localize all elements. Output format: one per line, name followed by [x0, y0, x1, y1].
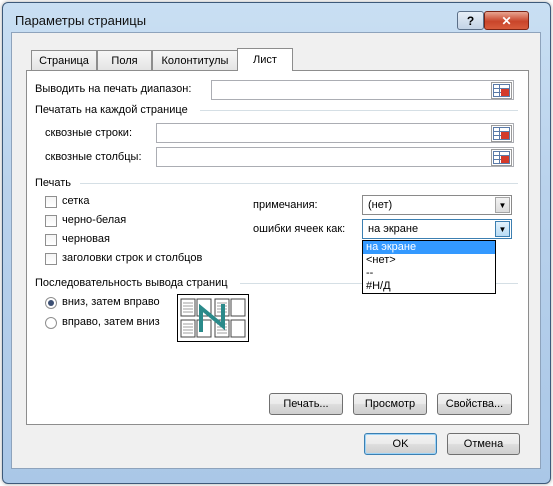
- over-then-down-label: вправо, затем вниз: [62, 316, 160, 328]
- tab-sheet[interactable]: Лист: [237, 48, 293, 71]
- errors-option[interactable]: <нет>: [363, 254, 495, 267]
- errors-option[interactable]: #Н/Д: [363, 280, 495, 293]
- tab-page-label: Страница: [39, 55, 89, 67]
- rows-label: сквозные строки:: [45, 127, 133, 139]
- preview-button[interactable]: Просмотр: [353, 393, 427, 415]
- print-button[interactable]: Печать...: [269, 393, 343, 415]
- black-white-label: черно-белая: [62, 214, 127, 226]
- tab-header-footer-label: Колонтитулы: [161, 55, 229, 67]
- print-area-label: Выводить на печать диапазон:: [35, 83, 192, 95]
- ok-button[interactable]: OK: [364, 433, 437, 455]
- cancel-button[interactable]: Отмена: [447, 433, 520, 455]
- rows-range-button[interactable]: [491, 125, 512, 142]
- errors-value: на экране: [368, 223, 419, 235]
- comments-label: примечания:: [253, 199, 318, 211]
- headings-label: заголовки строк и столбцов: [62, 252, 203, 264]
- down-then-over-label: вниз, затем вправо: [62, 296, 160, 308]
- page-order-header: Последовательность вывода страниц: [35, 277, 228, 289]
- draft-checkbox[interactable]: [45, 234, 57, 246]
- print-header: Печать: [35, 177, 72, 189]
- range-select-icon: [493, 127, 510, 140]
- cols-range-button[interactable]: [491, 149, 512, 166]
- errors-dropdown-list: на экране <нет> -- #Н/Д: [362, 240, 496, 294]
- tab-page[interactable]: Страница: [31, 50, 97, 71]
- group-divider: [200, 110, 518, 111]
- page-order-down-then-over-icon: [177, 294, 249, 370]
- help-button[interactable]: ?: [457, 11, 484, 30]
- cols-to-repeat-input[interactable]: [156, 147, 514, 167]
- cols-label: сквозные столбцы:: [45, 151, 142, 163]
- print-area-input[interactable]: [211, 80, 514, 100]
- comments-value: (нет): [368, 199, 393, 211]
- page-order-preview: [177, 294, 249, 370]
- tab-header-footer[interactable]: Колонтитулы: [152, 50, 238, 71]
- errors-label: ошибки ячеек как:: [253, 223, 346, 235]
- tab-margins[interactable]: Поля: [97, 50, 152, 71]
- rows-to-repeat-input[interactable]: [156, 123, 514, 143]
- over-then-down-radio[interactable]: [45, 317, 57, 329]
- close-button[interactable]: ✕: [484, 11, 529, 30]
- down-then-over-radio[interactable]: [45, 297, 57, 309]
- properties-button[interactable]: Свойства...: [437, 393, 512, 415]
- print-titles-header: Печатать на каждой странице: [35, 104, 188, 116]
- errors-option[interactable]: на экране: [363, 241, 495, 254]
- tab-sheet-label: Лист: [253, 54, 277, 66]
- range-select-icon: [493, 151, 510, 164]
- errors-option[interactable]: --: [363, 267, 495, 280]
- comments-select[interactable]: (нет) ▼: [362, 195, 512, 215]
- print-area-range-button[interactable]: [491, 82, 512, 99]
- black-white-checkbox[interactable]: [45, 215, 57, 227]
- group-divider: [80, 183, 518, 184]
- tab-margins-label: Поля: [111, 55, 138, 67]
- gridlines-checkbox[interactable]: [45, 196, 57, 208]
- draft-label: черновая: [62, 233, 110, 245]
- window-title: Параметры страницы: [15, 13, 147, 28]
- headings-checkbox[interactable]: [45, 253, 57, 265]
- errors-select[interactable]: на экране ▼: [362, 219, 512, 239]
- range-select-icon: [493, 84, 510, 97]
- gridlines-label: сетка: [62, 195, 90, 207]
- dropdown-arrow-icon[interactable]: ▼: [495, 221, 510, 237]
- dropdown-arrow-icon[interactable]: ▼: [495, 197, 510, 213]
